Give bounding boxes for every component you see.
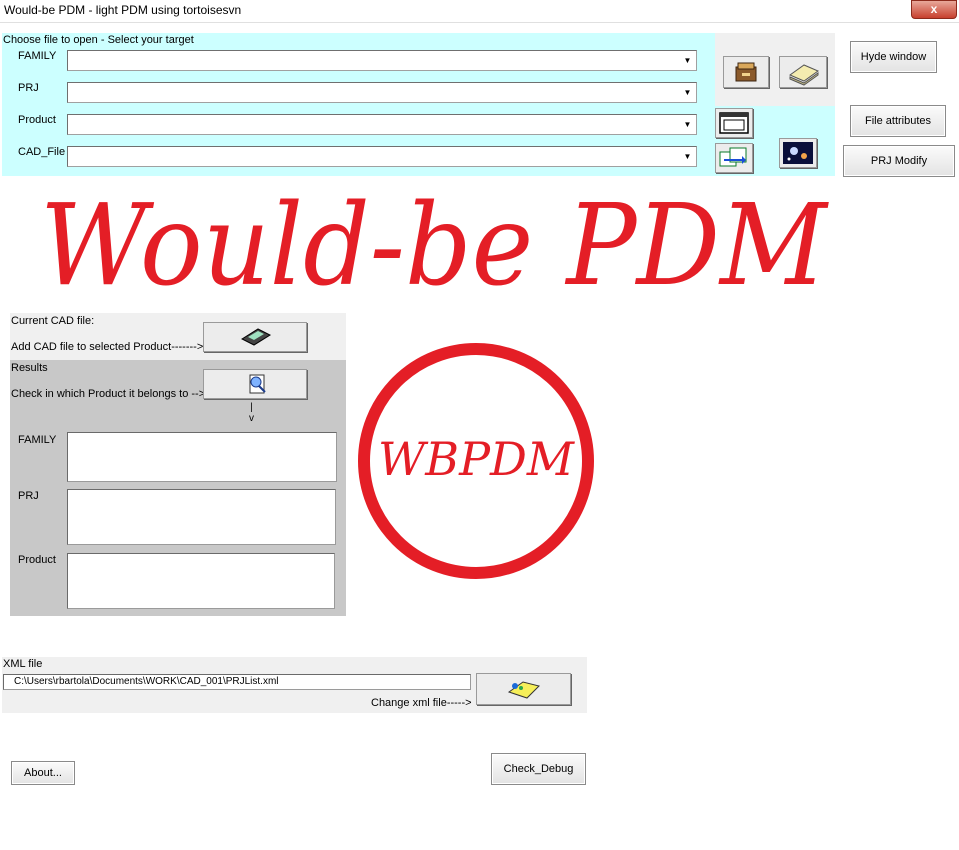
window-icon: [719, 112, 749, 134]
check-product-label: Check in which Product it belongs to -->: [11, 388, 206, 400]
chevron-down-icon[interactable]: ▼: [679, 147, 696, 166]
change-xml-label: Change xml file----->: [371, 697, 472, 709]
check-product-button[interactable]: [203, 369, 307, 399]
down-arrow-icon: | v: [249, 402, 254, 424]
result-family-field[interactable]: [67, 432, 337, 482]
check-debug-button[interactable]: Check_Debug: [491, 753, 586, 785]
target-header: Choose file to open - Select your target: [3, 34, 194, 46]
logo-banner: Would-be PDM: [40, 181, 827, 311]
galaxy-icon: [783, 142, 813, 164]
seal-text: WBPDM: [378, 432, 576, 486]
chevron-down-icon[interactable]: ▼: [679, 51, 696, 70]
cad-file-label: CAD_File: [18, 146, 66, 158]
file-attributes-button[interactable]: File attributes: [850, 105, 946, 137]
prj-combo[interactable]: ▼: [67, 82, 697, 103]
product-label: Product: [18, 114, 56, 126]
window-title: Would-be PDM - light PDM using tortoises…: [4, 3, 242, 17]
result-family-label: FAMILY: [18, 434, 57, 446]
change-xml-button[interactable]: [476, 673, 571, 705]
family-label: FAMILY: [18, 50, 57, 62]
title-bar: Would-be PDM - light PDM using tortoises…: [0, 0, 959, 23]
transfer-icon: [719, 147, 747, 167]
prj-modify-button[interactable]: PRJ Modify: [843, 145, 955, 177]
family-combo[interactable]: ▼: [67, 50, 697, 71]
result-prj-field[interactable]: [67, 489, 336, 545]
sync-button[interactable]: [715, 143, 753, 173]
open-file-button[interactable]: [723, 56, 769, 88]
product-combo[interactable]: ▼: [67, 114, 697, 135]
cabinet-icon: [735, 62, 757, 82]
open-xml-icon: [507, 681, 540, 699]
current-cad-label: Current CAD file:: [11, 315, 95, 327]
add-cad-label: Add CAD file to selected Product------->: [11, 341, 204, 353]
copy-button[interactable]: [715, 108, 753, 138]
seal-logo: WBPDM: [358, 343, 594, 579]
result-product-label: Product: [18, 554, 56, 566]
galaxy-button[interactable]: [779, 138, 817, 168]
result-prj-label: PRJ: [18, 490, 39, 502]
add-cad-button[interactable]: [203, 322, 307, 352]
floppy-disk-icon: [240, 328, 272, 346]
hide-window-button[interactable]: Hyde window: [850, 41, 937, 73]
open-folder-button[interactable]: [779, 56, 827, 88]
result-product-field[interactable]: [67, 553, 335, 609]
xml-label: XML file: [3, 658, 43, 670]
search-document-icon: [249, 374, 266, 394]
paper-stack-icon: [788, 64, 820, 86]
prj-label: PRJ: [18, 82, 39, 94]
cad-file-combo[interactable]: ▼: [67, 146, 697, 167]
chevron-down-icon[interactable]: ▼: [679, 115, 696, 134]
close-button[interactable]: x: [911, 0, 957, 19]
about-button[interactable]: About...: [11, 761, 75, 785]
chevron-down-icon[interactable]: ▼: [679, 83, 696, 102]
xml-path-field[interactable]: C:\Users\rbartola\Documents\WORK\CAD_001…: [3, 674, 471, 690]
results-label: Results: [11, 362, 48, 374]
